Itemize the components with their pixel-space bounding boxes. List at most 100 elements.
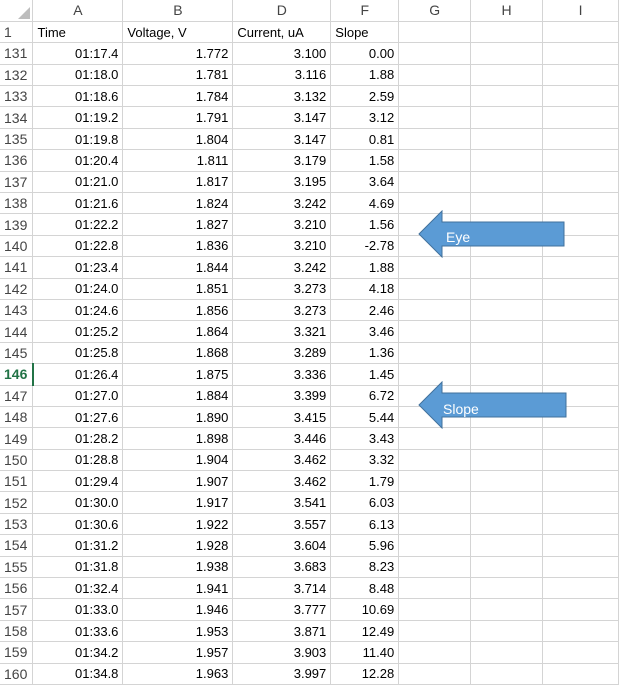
cell-slope[interactable]: 8.48	[330, 577, 400, 600]
cell-empty[interactable]	[470, 299, 544, 322]
cell-voltage[interactable]: 1.844	[122, 256, 234, 279]
row-header[interactable]: 152	[0, 491, 34, 514]
cell-empty[interactable]	[398, 641, 472, 664]
cell-current[interactable]: 3.446	[232, 427, 332, 450]
cell-current[interactable]: 3.179	[232, 149, 332, 172]
cell-current[interactable]: 3.777	[232, 598, 332, 621]
cell-voltage[interactable]: 1.963	[122, 663, 234, 686]
cell-slope[interactable]: 3.12	[330, 106, 400, 129]
cell-empty[interactable]	[470, 577, 544, 600]
cell-slope[interactable]: -2.78	[330, 235, 400, 258]
cell-time[interactable]: 01:30.0	[32, 491, 124, 514]
cell-voltage[interactable]: 1.946	[122, 598, 234, 621]
cell-empty[interactable]	[542, 663, 619, 686]
cell-slope[interactable]: 6.13	[330, 513, 400, 536]
cell-empty[interactable]	[470, 171, 544, 194]
cell-empty[interactable]	[542, 85, 619, 108]
cell-current[interactable]: 3.242	[232, 256, 332, 279]
row-header[interactable]: 145	[0, 342, 34, 365]
cell-current[interactable]: 3.541	[232, 491, 332, 514]
cell-slope[interactable]: 12.28	[330, 663, 400, 686]
cell-empty[interactable]	[398, 85, 472, 108]
row-header[interactable]: 155	[0, 556, 34, 579]
cell-empty[interactable]	[470, 42, 544, 65]
cell-empty[interactable]	[470, 342, 544, 365]
cell-empty[interactable]	[398, 342, 472, 365]
cell-time[interactable]: 01:21.0	[32, 171, 124, 194]
cell-empty[interactable]	[398, 21, 472, 44]
cell-empty[interactable]	[542, 598, 619, 621]
cell-time[interactable]: 01:25.2	[32, 320, 124, 343]
cell-slope[interactable]: 8.23	[330, 556, 400, 579]
row-header[interactable]: 133	[0, 85, 34, 108]
cell-empty[interactable]	[542, 64, 619, 87]
cell-voltage[interactable]: 1.890	[122, 406, 234, 429]
cell-empty[interactable]	[542, 342, 619, 365]
cell-voltage[interactable]: 1.804	[122, 128, 234, 151]
cell-empty[interactable]	[398, 106, 472, 129]
row-header[interactable]: 156	[0, 577, 34, 600]
cell-time[interactable]: 01:28.8	[32, 449, 124, 472]
cell-empty[interactable]	[398, 320, 472, 343]
cell-empty[interactable]	[542, 513, 619, 536]
cell-empty[interactable]	[398, 278, 472, 300]
cell-voltage[interactable]: 1.856	[122, 299, 234, 322]
row-header[interactable]: 132	[0, 64, 34, 87]
row-header[interactable]: 158	[0, 620, 34, 643]
cell-current[interactable]: 3.557	[232, 513, 332, 536]
cell-slope[interactable]: 1.79	[330, 470, 400, 493]
cell-empty[interactable]	[542, 556, 619, 579]
cell-time[interactable]: 01:20.4	[32, 149, 124, 172]
row-header[interactable]: 140	[0, 235, 34, 258]
cell-time-header[interactable]: Time	[32, 21, 124, 44]
cell-time[interactable]: 01:22.8	[32, 235, 124, 258]
cell-empty[interactable]	[470, 491, 544, 514]
row-header[interactable]: 138	[0, 192, 34, 215]
cell-current[interactable]: 3.604	[232, 534, 332, 557]
cell-empty[interactable]	[470, 663, 544, 686]
cell-empty[interactable]	[470, 470, 544, 493]
cell-slope[interactable]: 1.36	[330, 342, 400, 365]
cell-time[interactable]: 01:27.6	[32, 406, 124, 429]
cell-time[interactable]: 01:33.6	[32, 620, 124, 643]
cell-empty[interactable]	[470, 534, 544, 557]
column-header-d[interactable]: D	[232, 0, 332, 22]
cell-current[interactable]: 3.132	[232, 85, 332, 108]
cell-empty[interactable]	[398, 620, 472, 643]
cell-empty[interactable]	[470, 149, 544, 172]
row-header[interactable]: 154	[0, 534, 34, 557]
column-header-i[interactable]: I	[542, 0, 619, 22]
cell-empty[interactable]	[470, 556, 544, 579]
cell-voltage[interactable]: 1.781	[122, 64, 234, 87]
cell-empty[interactable]	[398, 470, 472, 493]
cell-voltage[interactable]: 1.938	[122, 556, 234, 579]
cell-time[interactable]: 01:19.8	[32, 128, 124, 151]
cell-current[interactable]: 3.289	[232, 342, 332, 365]
cell-time[interactable]: 01:33.0	[32, 598, 124, 621]
cell-voltage[interactable]: 1.824	[122, 192, 234, 215]
column-header-f[interactable]: F	[330, 0, 400, 22]
cell-voltage[interactable]: 1.817	[122, 171, 234, 194]
cell-slope[interactable]: 2.59	[330, 85, 400, 108]
cell-empty[interactable]	[542, 171, 619, 194]
cell-empty[interactable]	[470, 513, 544, 536]
cell-slope[interactable]: 0.00	[330, 42, 400, 65]
cell-empty[interactable]	[398, 556, 472, 579]
column-header-g[interactable]: G	[398, 0, 472, 22]
row-header[interactable]: 149	[0, 427, 34, 450]
cell-time[interactable]: 01:24.0	[32, 278, 124, 300]
cell-slope[interactable]: 3.43	[330, 427, 400, 450]
cell-current[interactable]: 3.147	[232, 106, 332, 129]
cell-empty[interactable]	[542, 299, 619, 322]
cell-current[interactable]: 3.462	[232, 470, 332, 493]
row-header[interactable]: 142	[0, 278, 34, 300]
cell-current[interactable]: 3.683	[232, 556, 332, 579]
cell-current[interactable]: 3.147	[232, 128, 332, 151]
cell-current[interactable]: 3.415	[232, 406, 332, 429]
cell-time[interactable]: 01:29.4	[32, 470, 124, 493]
cell-voltage[interactable]: 1.941	[122, 577, 234, 600]
row-header[interactable]: 160	[0, 663, 34, 686]
row-header[interactable]: 141	[0, 256, 34, 279]
cell-current[interactable]: 3.462	[232, 449, 332, 472]
cell-empty[interactable]	[470, 278, 544, 300]
